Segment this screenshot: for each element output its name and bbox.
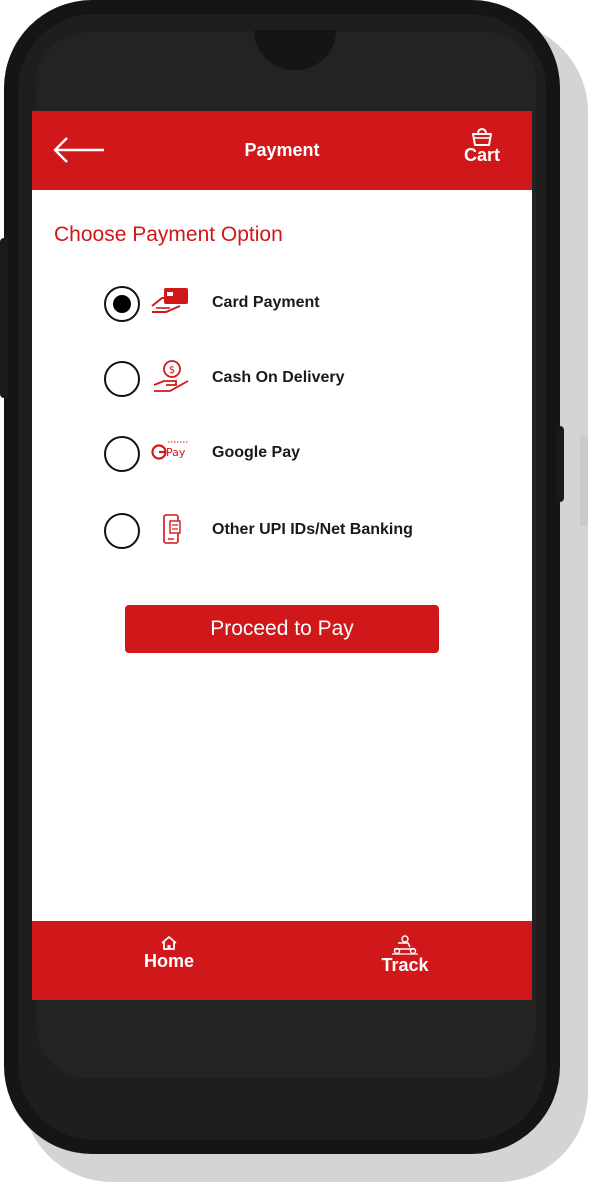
cash-in-hand-icon: $	[153, 360, 189, 392]
section-title: Choose Payment Option	[54, 223, 283, 246]
home-icon	[161, 936, 177, 950]
app-screen: Payment Cart Choose Payment Option Card …	[32, 111, 532, 1000]
cart-label: Cart	[463, 145, 500, 165]
radio-card-payment[interactable]	[104, 286, 140, 322]
nav-label-home: Home	[143, 951, 194, 971]
payment-option-gpay[interactable]: Pay Google Pay	[104, 436, 444, 476]
nav-item-home[interactable]: Home	[114, 935, 224, 972]
bottom-nav: Home Track	[32, 921, 532, 1000]
payment-option-upi[interactable]: Other UPI IDs/Net Banking	[104, 513, 444, 553]
google-pay-icon-text: Pay	[166, 446, 186, 459]
option-label-cod: Cash On Delivery	[212, 369, 345, 386]
radio-google-pay[interactable]	[104, 436, 140, 472]
app-header: Payment Cart	[32, 111, 532, 190]
option-label-card: Card Payment	[212, 294, 320, 311]
proceed-to-pay-button[interactable]: Proceed to Pay	[125, 605, 439, 653]
card-in-hand-icon	[151, 288, 188, 313]
svg-text:$: $	[169, 365, 175, 376]
radio-selected-dot	[113, 295, 131, 313]
payment-option-card[interactable]: Card Payment	[104, 286, 444, 326]
option-label-gpay: Google Pay	[212, 444, 301, 461]
cart-button[interactable]: Cart	[458, 127, 506, 177]
radio-cash-on-delivery[interactable]	[104, 361, 140, 397]
volume-button	[0, 238, 8, 398]
payment-option-cod[interactable]: $ Cash On Delivery	[104, 360, 444, 401]
basket-icon	[472, 128, 492, 146]
nav-item-track[interactable]: Track	[350, 935, 460, 976]
option-label-upi: Other UPI IDs/Net Banking	[212, 521, 413, 538]
power-button	[556, 426, 564, 502]
power-button-shadow	[580, 436, 588, 526]
page-title: Payment	[244, 140, 320, 160]
delivery-scooter-icon	[392, 935, 418, 955]
radio-other-upi[interactable]	[104, 513, 140, 549]
google-pay-icon: Pay	[151, 441, 188, 460]
nav-label-track: Track	[381, 955, 429, 975]
mobile-banking-icon	[163, 514, 181, 544]
